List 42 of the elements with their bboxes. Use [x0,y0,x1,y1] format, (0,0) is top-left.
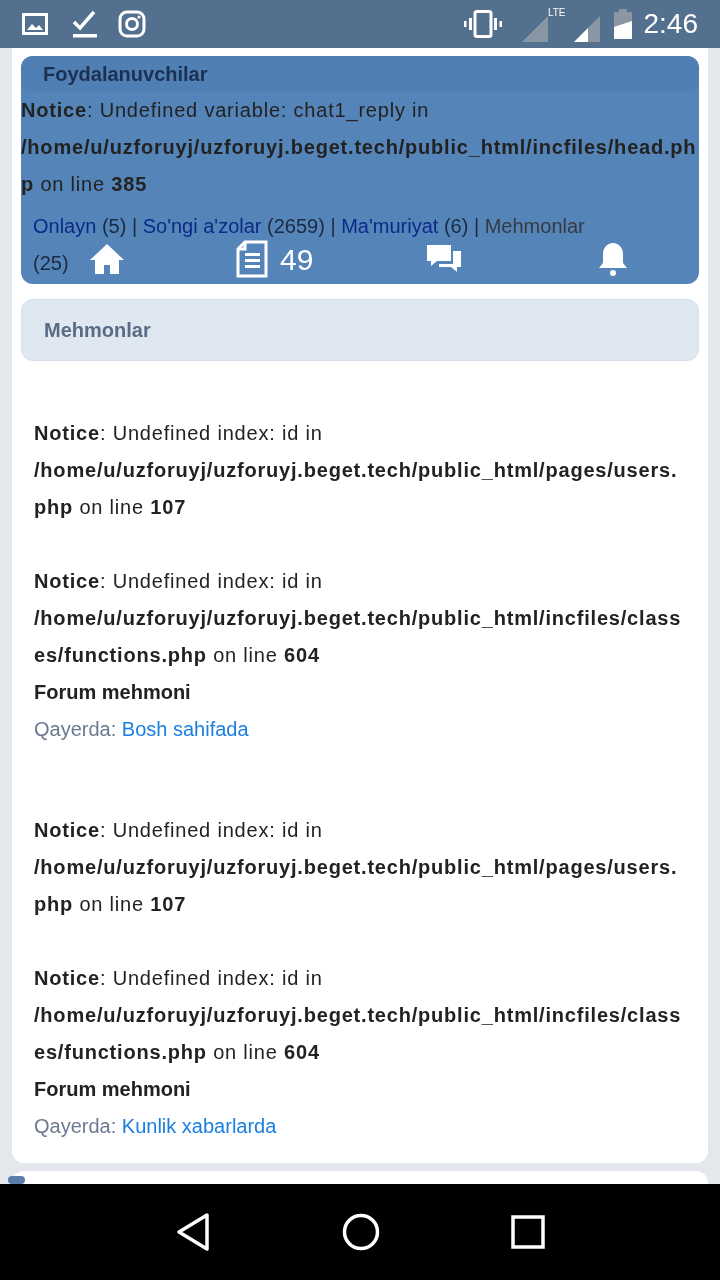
home-icon[interactable] [89,243,125,275]
home-button[interactable] [342,1213,380,1251]
notice-message: Notice: Undefined variable: chat1_reply in /home/u/uzforuyj/uzforuyj.beget.tech/public_html/incfiles/head.php on line 385 [21,98,698,197]
section-label: Mehmonlar [484,215,585,237]
scroll-indicator [8,1176,25,1184]
bell-icon[interactable] [597,241,629,277]
location-label: Qayerda: [34,718,118,740]
battery-icon [613,9,632,39]
nav-link[interactable]: So'ngi a'zolar [142,215,262,237]
notice-message: Notice: Undefined index: id in /home/u/uzforuyj/uzforuyj.beget.tech/public_html/pages/users.php on line 107 [34,818,679,917]
network-label: LTE [547,8,566,18]
signal-icon [573,16,600,42]
vibrate-icon [463,10,502,38]
document-icon[interactable] [236,240,268,278]
count-label: (2659) [266,215,325,237]
guest-name: Forum mehmoni [34,1077,192,1102]
section-title: Foydalanuvchilar [43,62,208,87]
location-label: Qayerda: [34,1115,118,1137]
nav-link[interactable]: Onlayn [33,215,97,237]
back-button[interactable] [175,1212,212,1252]
status-time: 2:46 [643,7,698,41]
location-link[interactable]: Bosh sahifada [121,718,249,740]
separator: | [472,215,481,237]
notice-message: Notice: Undefined index: id in /home/u/uzforuyj/uzforuyj.beget.tech/public_html/incfiles/classes/functions.php on line 604 [34,569,683,668]
check-icon [72,10,98,38]
separator: | [329,215,337,237]
section-title: Mehmonlar [44,318,151,343]
count-label: (5) [100,215,127,237]
recents-button[interactable] [510,1215,545,1249]
notice-message: Notice: Undefined index: id in /home/u/uzforuyj/uzforuyj.beget.tech/public_html/incfiles/classes/functions.php on line 604 [34,966,683,1065]
signal-icon [521,16,548,42]
chat-icon[interactable] [425,243,463,275]
count-label: (6) [442,215,469,237]
count-label: 49 [280,241,314,278]
separator: | [130,215,139,237]
notice-message: Notice: Undefined index: id in /home/u/uzforuyj/uzforuyj.beget.tech/public_html/pages/users.php on line 107 [34,421,679,520]
camera-icon [118,10,146,38]
count-label: (25) [33,252,69,274]
image-icon [22,13,48,35]
nav-link[interactable]: Ma'muriyat [341,215,439,237]
guest-name: Forum mehmoni [34,680,192,705]
location-link[interactable]: Kunlik xabarlarda [121,1115,277,1137]
